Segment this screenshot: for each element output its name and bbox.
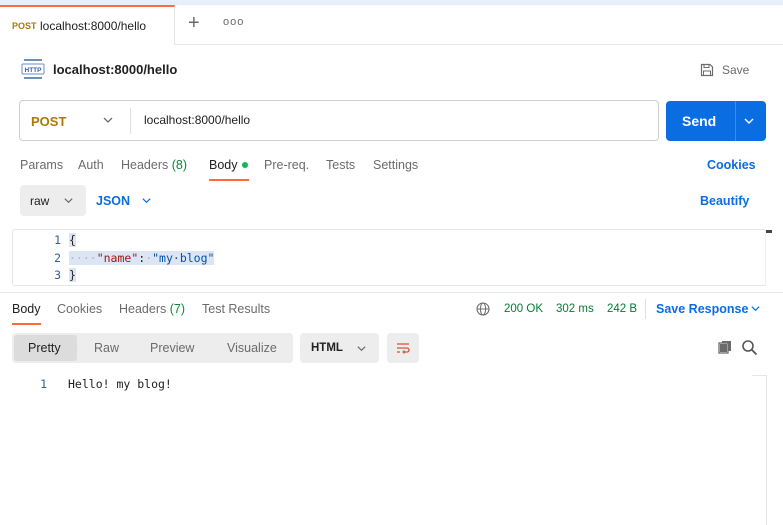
url-divider bbox=[130, 108, 131, 134]
line-number: 1 bbox=[40, 377, 47, 391]
svg-text:HTTP: HTTP bbox=[25, 67, 43, 74]
json-key: "name" bbox=[96, 251, 139, 265]
active-tab-underline bbox=[209, 179, 249, 181]
tab-headers-label: Headers bbox=[121, 158, 169, 172]
plus-icon[interactable]: + bbox=[188, 13, 200, 33]
chevron-down-icon bbox=[64, 198, 73, 204]
view-mode-pretty[interactable]: Pretty bbox=[28, 341, 61, 355]
method-select[interactable]: POST bbox=[31, 114, 66, 129]
active-tab-underline bbox=[12, 323, 41, 325]
status-code[interactable]: 200 OK bbox=[504, 303, 543, 315]
chevron-down-icon[interactable] bbox=[743, 115, 755, 127]
tab-auth[interactable]: Auth bbox=[78, 158, 104, 172]
send-divider bbox=[735, 101, 736, 141]
view-mode-raw[interactable]: Raw bbox=[94, 341, 119, 355]
wrap-lines-button[interactable] bbox=[387, 333, 419, 363]
request-tab[interactable]: POST localhost:8000/hello bbox=[0, 5, 175, 45]
response-format-select[interactable]: HTML bbox=[300, 333, 379, 363]
chevron-down-icon bbox=[357, 346, 366, 352]
pane-divider[interactable] bbox=[0, 292, 783, 293]
beautify-button[interactable]: Beautify bbox=[700, 194, 749, 208]
chevron-down-icon[interactable] bbox=[750, 303, 761, 314]
response-format-label: HTML bbox=[311, 342, 343, 354]
body-mode-select[interactable]: raw bbox=[20, 185, 86, 216]
code-text: } bbox=[69, 268, 76, 282]
response-tab-headers-count: (7) bbox=[169, 302, 186, 316]
body-language-select[interactable]: JSON bbox=[96, 194, 130, 208]
wrap-lines-icon bbox=[397, 343, 410, 354]
tab-headers[interactable]: Headers (8) bbox=[121, 158, 187, 172]
response-tab-test-results[interactable]: Test Results bbox=[202, 302, 270, 316]
response-time[interactable]: 302 ms bbox=[556, 303, 594, 315]
response-scrollbar[interactable] bbox=[766, 375, 767, 525]
copy-icon[interactable] bbox=[717, 339, 733, 355]
response-tab-cookies[interactable]: Cookies bbox=[57, 302, 102, 316]
response-tab-body[interactable]: Body bbox=[12, 302, 41, 316]
code-line: { bbox=[69, 233, 76, 247]
tab-method-label: POST bbox=[12, 21, 37, 31]
code-line: } bbox=[69, 268, 76, 282]
send-label: Send bbox=[682, 113, 717, 129]
ellipsis-icon[interactable]: ooo bbox=[223, 16, 244, 28]
globe-icon[interactable] bbox=[476, 302, 490, 316]
save-response-button[interactable]: Save Response bbox=[656, 302, 748, 316]
body-editor[interactable]: 1 { 2 ····"name":·"my·blog" 3 } bbox=[12, 229, 767, 286]
request-title[interactable]: localhost:8000/hello bbox=[53, 62, 177, 77]
line-number: 3 bbox=[54, 268, 61, 282]
editor-scrollbar[interactable] bbox=[765, 230, 772, 285]
tab-tests[interactable]: Tests bbox=[326, 158, 355, 172]
response-body-line: Hello! my blog! bbox=[68, 377, 172, 391]
tab-bar: POST localhost:8000/hello + ooo bbox=[0, 5, 783, 45]
tab-params[interactable]: Params bbox=[20, 158, 63, 172]
tab-prereq[interactable]: Pre-req. bbox=[264, 158, 309, 172]
tab-title: localhost:8000/hello bbox=[40, 19, 147, 33]
url-bar: POST bbox=[19, 100, 659, 141]
response-tab-headers[interactable]: Headers (7) bbox=[119, 302, 185, 316]
url-input[interactable] bbox=[144, 113, 644, 127]
send-button[interactable]: Send bbox=[666, 101, 766, 141]
status-separator bbox=[645, 299, 646, 319]
view-mode-preview[interactable]: Preview bbox=[150, 341, 194, 355]
code-line: ····"name":·"my·blog" bbox=[69, 251, 215, 265]
response-size[interactable]: 242 B bbox=[607, 303, 637, 315]
response-scrollbar-cap bbox=[752, 375, 767, 376]
body-mode-label: raw bbox=[30, 194, 50, 208]
scrollbar-thumb[interactable] bbox=[766, 230, 772, 233]
view-mode-visualize[interactable]: Visualize bbox=[227, 341, 277, 355]
whitespace-marker: ···· bbox=[69, 251, 97, 265]
tab-body[interactable]: Body bbox=[209, 158, 238, 172]
line-number: 1 bbox=[54, 233, 61, 247]
http-icon: HTTP bbox=[21, 59, 45, 79]
body-status-dot bbox=[242, 162, 248, 168]
tab-headers-count: (8) bbox=[171, 158, 188, 172]
chevron-down-icon[interactable] bbox=[141, 195, 152, 206]
save-label: Save bbox=[722, 63, 750, 77]
json-value: "my·blog" bbox=[152, 251, 215, 265]
chevron-down-icon[interactable] bbox=[102, 114, 114, 126]
cookies-link[interactable]: Cookies bbox=[707, 158, 756, 172]
code-text: { bbox=[69, 233, 76, 247]
line-number: 2 bbox=[54, 251, 61, 265]
save-button[interactable]: Save bbox=[700, 61, 749, 79]
tab-settings[interactable]: Settings bbox=[373, 158, 418, 172]
save-icon bbox=[700, 63, 714, 77]
search-icon[interactable] bbox=[741, 339, 758, 356]
response-tab-headers-label: Headers bbox=[119, 302, 167, 316]
response-view-modes: Pretty Raw Preview Visualize bbox=[12, 333, 293, 363]
